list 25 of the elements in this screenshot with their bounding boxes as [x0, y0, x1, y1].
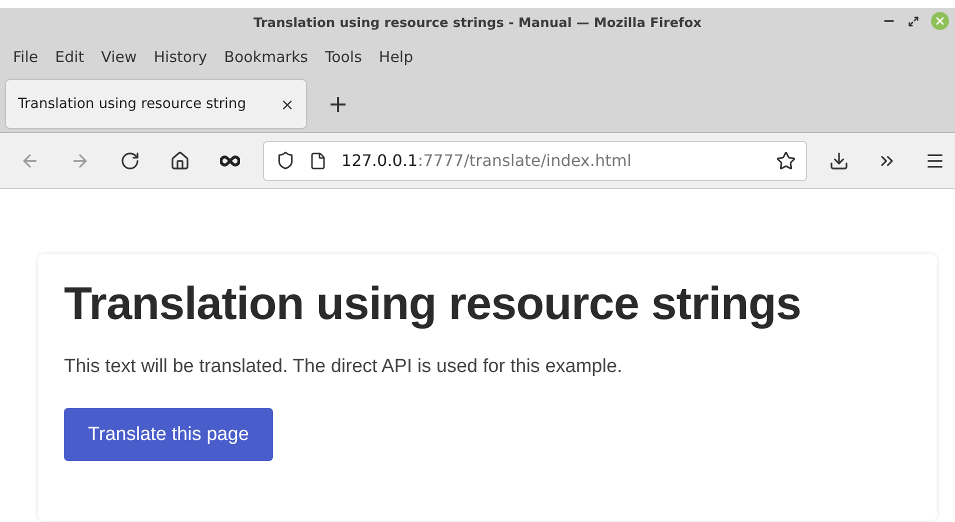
body-text: This text will be translated. The direct API is used for this example. — [64, 356, 624, 378]
browser-tab[interactable]: Translation using resource string × — [6, 80, 306, 128]
home-icon[interactable] — [170, 150, 190, 170]
new-tab-button[interactable]: + — [318, 90, 358, 118]
menu-item[interactable]: Bookmarks — [215, 48, 316, 66]
menu-item[interactable]: View — [92, 48, 145, 66]
shield-icon[interactable] — [276, 151, 296, 170]
menu-item[interactable]: Help — [370, 48, 422, 66]
page-icon — [309, 152, 328, 170]
bookmark-star-icon[interactable] — [776, 150, 796, 170]
window-title: Translation using resource strings - Manual — Mozilla Firefox — [253, 16, 702, 30]
page-heading: Translation using resource strings — [64, 276, 802, 330]
address-bar[interactable]: 127.0.0.1:7777/translate/index.html — [263, 140, 808, 180]
tab-title: Translation using resource string — [18, 96, 248, 112]
tab-close-button[interactable]: × — [280, 94, 294, 114]
menu-item[interactable]: File — [4, 48, 46, 66]
restore-icon[interactable] — [908, 16, 919, 26]
download-icon[interactable] — [829, 150, 850, 170]
menu-item[interactable]: History — [144, 48, 216, 66]
close-icon — [934, 15, 946, 27]
menu-item[interactable]: Edit — [46, 48, 92, 66]
translate-button[interactable]: Translate this page — [64, 408, 273, 461]
reload-icon[interactable] — [120, 150, 140, 170]
infinity-icon[interactable] — [220, 154, 240, 166]
menu-item[interactable]: Tools — [316, 48, 370, 66]
